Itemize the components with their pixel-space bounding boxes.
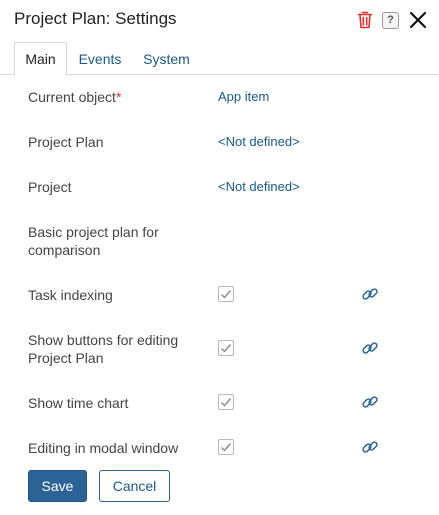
- tab-bar: Main Events System: [0, 42, 439, 76]
- link-icon[interactable]: [361, 339, 379, 357]
- task-indexing-checkbox[interactable]: [218, 286, 234, 302]
- help-icon[interactable]: ?: [382, 11, 399, 29]
- save-button[interactable]: Save: [28, 470, 87, 502]
- project-plan-label: Project Plan: [28, 134, 104, 150]
- current-object-label-text: Current object: [28, 89, 116, 105]
- basic-plan-label: Basic project plan for comparison: [28, 224, 159, 258]
- show-time-chart-label: Show time chart: [28, 395, 129, 411]
- tab-events[interactable]: Events: [78, 42, 122, 75]
- tab-main[interactable]: Main: [14, 42, 67, 76]
- link-icon[interactable]: [361, 393, 379, 411]
- project-value[interactable]: <Not defined>: [218, 179, 300, 194]
- project-plan-value[interactable]: <Not defined>: [218, 134, 300, 149]
- settings-dialog: Project Plan: Settings ? Main Events Sys…: [0, 0, 439, 515]
- required-mark: *: [115, 89, 122, 105]
- show-buttons-checkbox[interactable]: [218, 340, 234, 356]
- link-icon[interactable]: [361, 285, 379, 303]
- show-time-chart-checkbox[interactable]: [218, 394, 234, 410]
- task-indexing-label: Task indexing: [28, 287, 113, 303]
- tab-system[interactable]: System: [142, 42, 191, 75]
- header-actions: ?: [356, 9, 429, 31]
- trash-icon[interactable]: [356, 9, 374, 31]
- dialog-title: Project Plan: Settings: [14, 9, 177, 28]
- current-object-label: Current object*: [28, 88, 203, 106]
- editing-modal-checkbox[interactable]: [218, 439, 234, 455]
- editing-modal-label: Editing in modal window: [28, 440, 179, 456]
- link-icon[interactable]: [361, 438, 379, 456]
- cancel-button[interactable]: Cancel: [99, 470, 170, 502]
- current-object-value[interactable]: App item: [218, 89, 269, 104]
- close-icon[interactable]: [407, 9, 429, 31]
- show-buttons-label: Show buttons for editing Project Plan: [28, 332, 179, 366]
- project-label: Project: [28, 179, 72, 195]
